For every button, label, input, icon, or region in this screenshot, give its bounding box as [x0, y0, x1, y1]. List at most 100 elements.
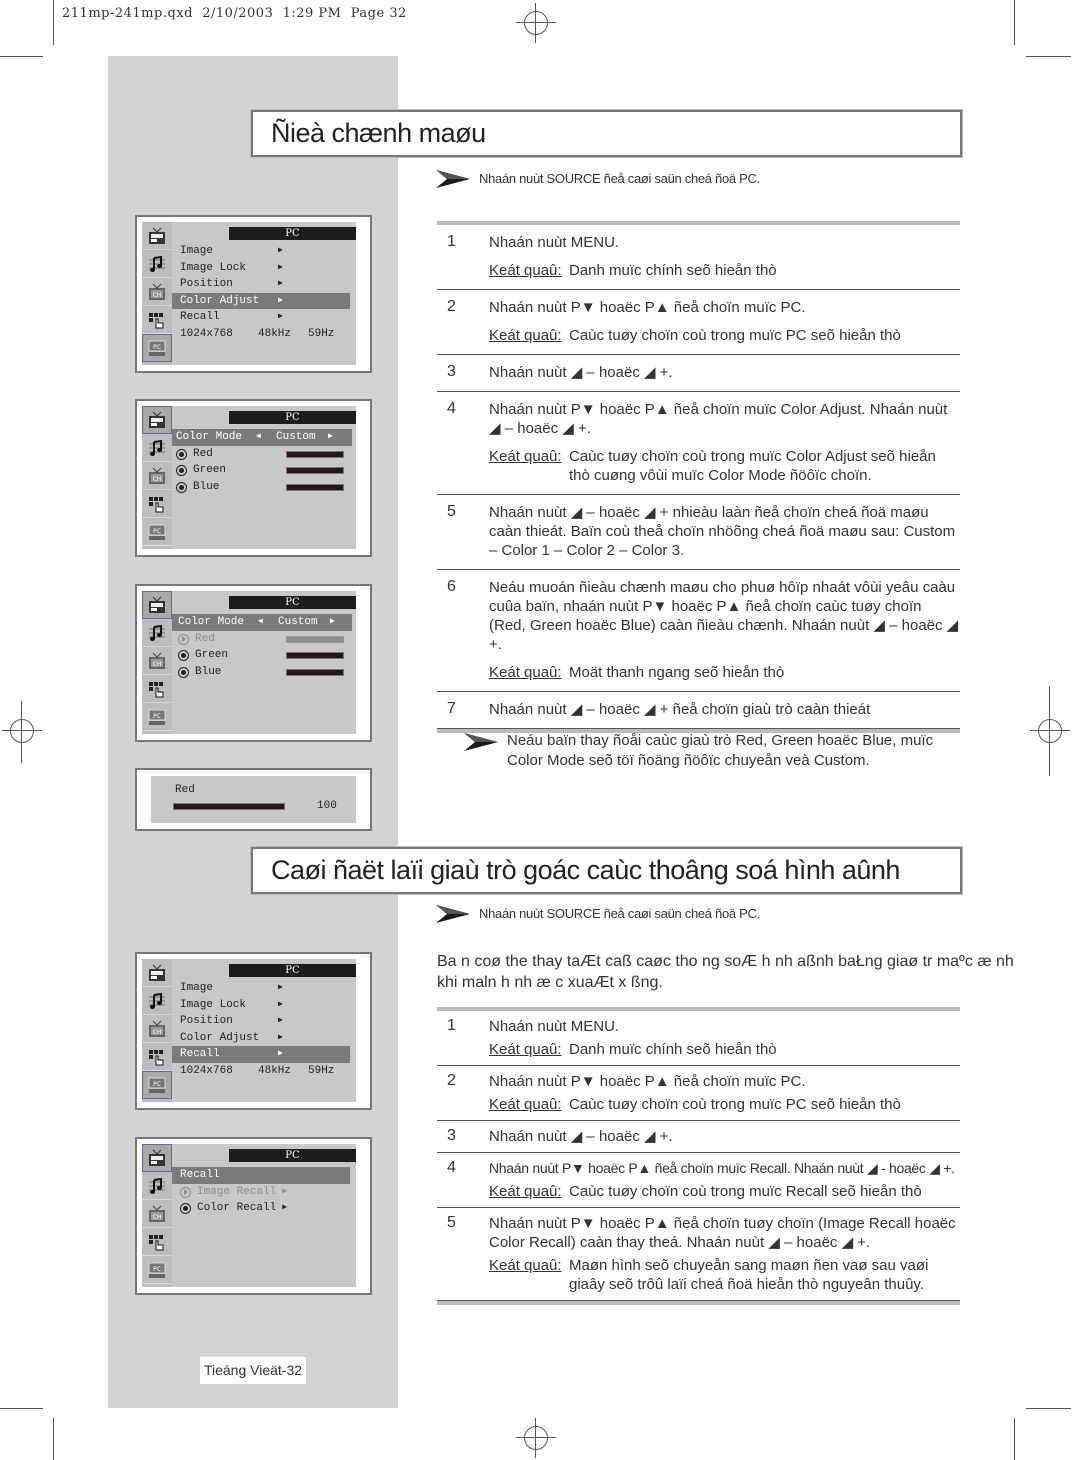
osd-header: PC — [229, 964, 356, 977]
steps-list-recall: 1 Nhaán nuùt MENU. Keát quaû: Danh muïc c… — [437, 1007, 960, 1305]
picture-icon — [142, 959, 172, 987]
osd-recall-item-color-recall[interactable]: Color Recall ▶ — [172, 1200, 356, 1217]
file-slug: 211mp-241mp.qxd 2/10/2003 1:29 PM Page 3… — [62, 6, 407, 21]
osd-menu-item-position[interactable]: Position ▶ — [172, 276, 356, 293]
result-label: Keát quaû: — [489, 1041, 562, 1058]
osd-recall-menu: CH PC PC Recall Image Recall ▶ Color Reca… — [135, 1137, 372, 1295]
sound-icon — [142, 250, 172, 278]
osd-menu-item-image[interactable]: Image ▶ — [172, 243, 356, 260]
radio-icon — [176, 465, 187, 476]
svg-text:CH: CH — [153, 1029, 162, 1036]
channel-icon: CH — [142, 278, 172, 306]
note-text: Nhaán nuùt SOURCE ñeå caøi saün cheá ñoä… — [479, 906, 760, 921]
v-frequency: 59Hz — [308, 327, 335, 340]
registration-mark-icon — [516, 3, 556, 43]
osd-menu-item-position[interactable]: Position ▶ — [172, 1013, 356, 1030]
osd-menu-item-recall[interactable]: Recall ▶ — [172, 1046, 350, 1063]
osd-pc-menu-recall: CH PC PC Image ▶ Image Lock ▶ Position ▶ Co… — [135, 952, 372, 1110]
crop-mark — [1014, 1418, 1015, 1460]
step-number: 4 — [447, 400, 456, 417]
step-item: 6 Neáu muoán ñieàu chænh maøu cho phuø h… — [437, 570, 960, 692]
osd-signal-info: 1024x768 48kHz 59Hz — [172, 326, 356, 343]
arrow-right-icon: ▶ — [278, 999, 283, 1009]
osd-color-mode-selector[interactable]: Color Mode ◀ Custom ▶ — [172, 614, 352, 631]
osd-channel-blue[interactable]: Blue — [172, 664, 356, 681]
arrow-right-icon: ▶ — [278, 295, 283, 305]
arrow-icon — [436, 170, 470, 188]
crop-mark — [0, 1408, 43, 1409]
osd-sidebar: CH PC — [142, 591, 172, 734]
osd-header: PC — [229, 596, 356, 609]
step-number: 3 — [447, 363, 456, 380]
level-bar — [286, 635, 344, 643]
arrow-right-icon[interactable]: ▶ — [330, 614, 335, 631]
arrow-left-icon[interactable]: ◀ — [258, 614, 278, 631]
item-label: Color Adjust — [180, 1031, 260, 1044]
result-text: Moät thanh ngang seõ hieån thò — [569, 664, 785, 681]
radio-icon — [176, 448, 187, 460]
osd-menu-item-image[interactable]: Image ▶ — [172, 980, 356, 997]
result-label: Keát quaû: — [489, 1183, 562, 1200]
osd-sidebar: CH PC — [142, 959, 172, 1102]
radio-icon — [176, 481, 187, 493]
arrow-icon — [464, 733, 498, 751]
tip-note: Neáu baïn thay ñoåi caùc giaù trò Red, G… — [463, 731, 958, 771]
channel-label: Red — [193, 447, 213, 460]
sound-icon — [142, 619, 172, 647]
osd-channel-green[interactable]: Green — [172, 462, 356, 479]
osd-sidebar: CH PC — [142, 406, 172, 549]
step-text: Nhaán nuùt ◢ – hoaëc ◢ + ñeå choïn giaù … — [489, 701, 871, 718]
resolution: 1024x768 — [180, 1064, 233, 1077]
channel-label: Blue — [193, 480, 220, 493]
step-item: 5 Nhaán nuùt ◢ – hoaëc ◢ + nhieàu laàn ñ… — [437, 495, 960, 570]
osd-menu-item-color-adjust[interactable]: Color Adjust ▶ — [172, 292, 350, 309]
radio-icon — [178, 650, 189, 661]
channel-icon: CH — [142, 462, 172, 490]
item-label: Position — [180, 278, 233, 290]
channel-label: Red — [195, 632, 215, 645]
osd-menu-item-color-adjust[interactable]: Color Adjust ▶ — [172, 1030, 356, 1047]
item-label: Image Lock — [180, 998, 247, 1011]
picture-icon — [142, 406, 172, 434]
svg-text:PC: PC — [153, 528, 161, 535]
sound-icon — [142, 434, 172, 462]
svg-text:PC: PC — [153, 1081, 161, 1088]
step-text: Nhaán nuùt P▼ hoaëc P▲ ñeå choïn muïc PC… — [489, 299, 806, 316]
osd-menu-item-recall[interactable]: Recall ▶ — [172, 309, 356, 326]
osd-header: PC — [229, 227, 356, 240]
source-note: Nhaán nuùt SOURCE ñeå caøi saün cheá ñoä… — [435, 168, 760, 190]
osd-channel-red[interactable]: Red — [172, 446, 356, 463]
gauge-slider[interactable] — [173, 803, 285, 810]
channel-icon: CH — [142, 1015, 172, 1043]
osd-channel-red[interactable]: Red — [172, 631, 356, 648]
result-text: Caùc tuøy choïn coù trong muïc PC seõ hi… — [569, 327, 901, 344]
divider — [437, 1301, 960, 1305]
setup-icon — [142, 1043, 172, 1071]
osd-menu-item-image-lock[interactable]: Image Lock ▶ — [172, 260, 356, 277]
mode-label: Color Mode — [176, 431, 243, 443]
intro-paragraph: Ba n coø the thay taÆt caß caøc tho ng s… — [437, 953, 1014, 991]
arrow-left-icon[interactable]: ◀ — [256, 429, 276, 446]
note-text: Nhaán nuùt SOURCE ñeå caøi saün cheá ñoä… — [479, 171, 760, 186]
osd-channel-green[interactable]: Green — [172, 647, 356, 664]
section-title-text: Caøi ñaët laïi giaù trò goác caùc thoâng… — [271, 855, 900, 885]
osd-recall-item-image-recall[interactable]: Image Recall ▶ — [172, 1184, 356, 1201]
arrow-icon — [436, 905, 470, 923]
svg-text:CH: CH — [153, 476, 162, 483]
item-label: Color Adjust — [180, 294, 260, 307]
item-label: Color Recall — [197, 1202, 277, 1214]
gauge-value: 100 — [317, 800, 337, 812]
osd-menu-item-image-lock[interactable]: Image Lock ▶ — [172, 997, 356, 1014]
result-label: Keát quaû: — [489, 664, 562, 681]
radio-icon — [178, 666, 189, 678]
play-radio-icon — [180, 1186, 191, 1198]
result-label: Keát quaû: — [489, 448, 562, 465]
osd-color-mode-selector[interactable]: Color Mode ◀ Custom ▶ — [172, 429, 352, 446]
osd-channel-blue[interactable]: Blue — [172, 479, 356, 496]
setup-icon — [142, 490, 172, 518]
step-text: Nhaán nuùt P▼ hoaëc P▲ ñeå choïn muïc PC… — [489, 1073, 806, 1090]
arrow-right-icon[interactable]: ▶ — [328, 429, 333, 446]
step-item: 4 Nhaán nuùt P▼ hoaëc P▲ ñeå choïn muïc … — [437, 1153, 960, 1208]
level-bar — [286, 483, 344, 491]
arrow-right-icon: ▶ — [282, 1186, 288, 1196]
